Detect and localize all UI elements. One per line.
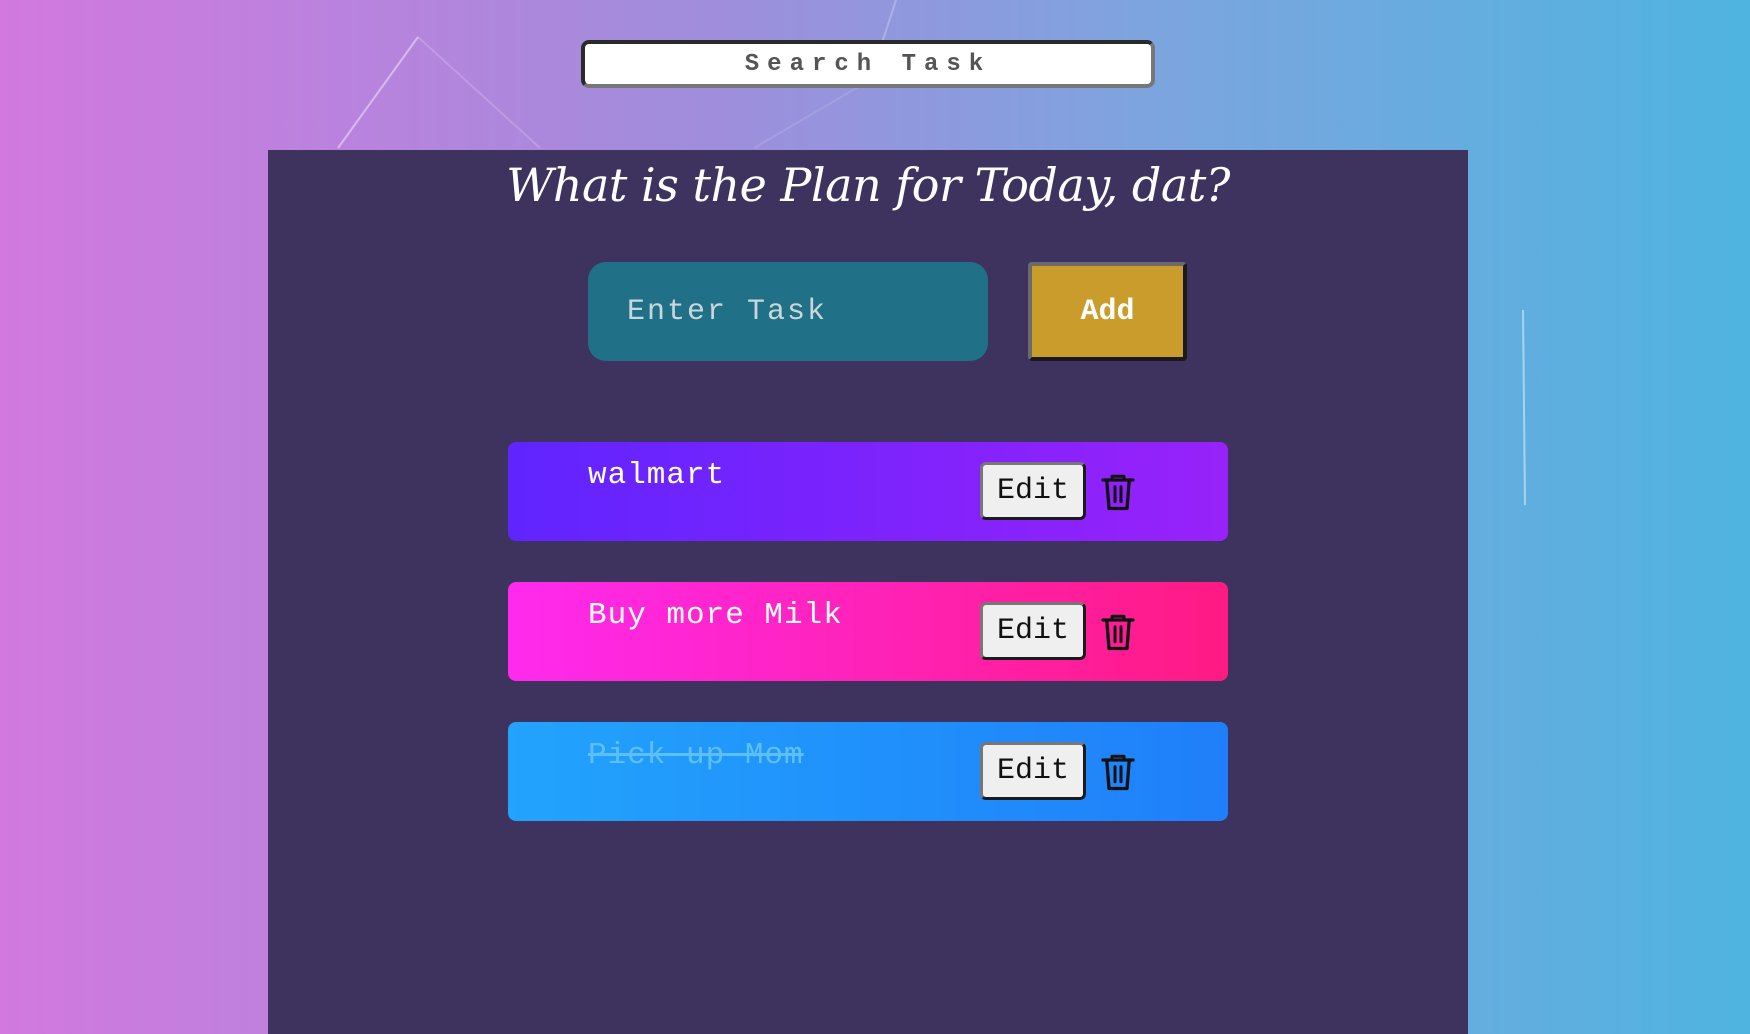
trash-icon <box>1101 754 1135 791</box>
add-button[interactable]: Add <box>1028 262 1187 361</box>
task-text[interactable]: walmart <box>588 458 725 493</box>
task-input[interactable] <box>588 262 988 361</box>
edit-button[interactable]: Edit <box>980 742 1086 800</box>
todo-panel: What is the Plan for Today, dat? Add wal… <box>268 150 1468 1034</box>
trash-icon <box>1101 614 1135 651</box>
task-text-completed[interactable]: Pick up Mom <box>588 738 804 773</box>
delete-button[interactable] <box>1100 751 1140 793</box>
task-item: Pick up Mom Edit <box>508 722 1228 821</box>
delete-button[interactable] <box>1100 471 1140 513</box>
page-title: What is the Plan for Today, dat? <box>506 158 1230 212</box>
edit-button[interactable]: Edit <box>980 462 1086 520</box>
task-item: Buy more Milk Edit <box>508 582 1228 681</box>
edit-button[interactable]: Edit <box>980 602 1086 660</box>
trash-icon <box>1101 474 1135 511</box>
task-text[interactable]: Buy more Milk <box>588 598 843 633</box>
search-input[interactable] <box>581 40 1155 88</box>
delete-button[interactable] <box>1100 611 1140 653</box>
task-item: walmart Edit <box>508 442 1228 541</box>
search-bar <box>581 40 1155 88</box>
